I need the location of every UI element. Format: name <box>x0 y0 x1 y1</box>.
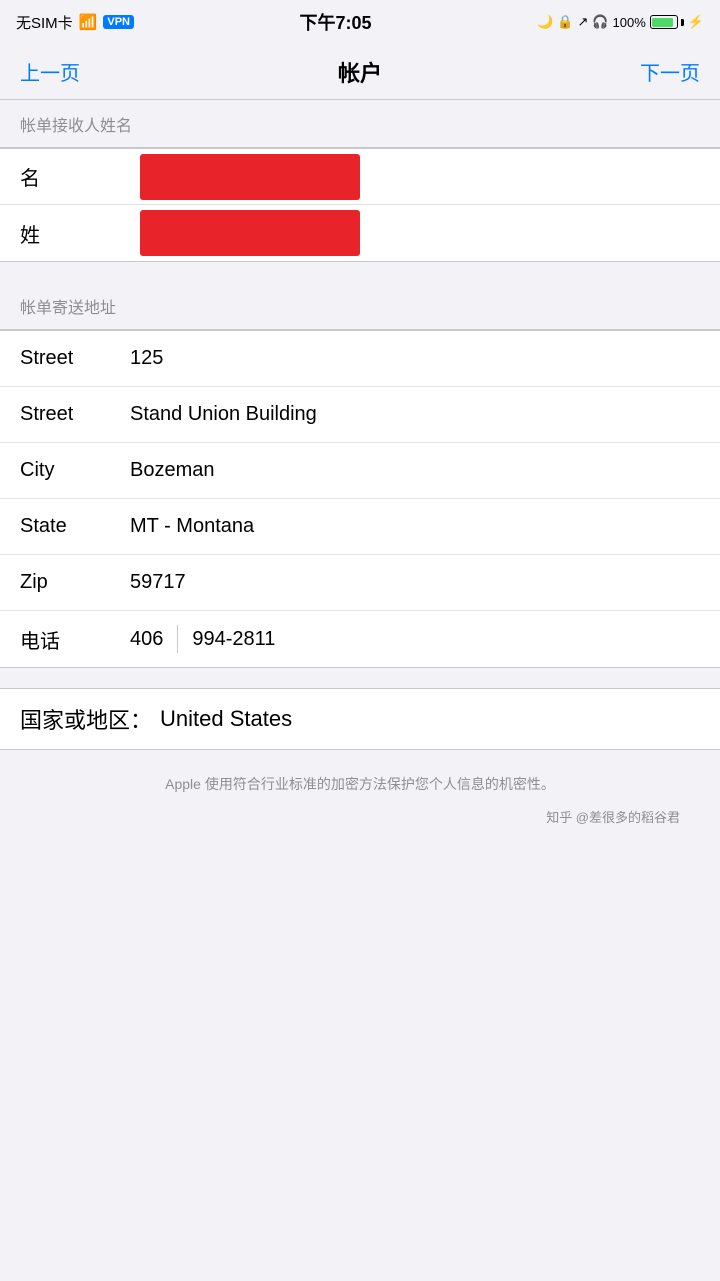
first-name-row: 名 <box>0 149 720 205</box>
status-left: 无SIM卡 📶 VPN <box>16 12 134 33</box>
zip-label: Zip <box>20 571 130 594</box>
status-time: 下午7:05 <box>300 9 372 35</box>
street1-value[interactable]: 125 <box>130 347 700 370</box>
street1-row: Street 125 <box>0 331 720 387</box>
status-right: 🌙 🔒 ↗ 🎧 100% ⚡ <box>537 14 704 30</box>
last-name-input[interactable] <box>140 210 360 256</box>
first-name-input[interactable] <box>140 154 360 200</box>
phone-divider <box>177 625 178 653</box>
billing-name-section: 名 姓 <box>0 148 720 262</box>
state-label: State <box>20 515 130 538</box>
prev-page-button[interactable]: 上一页 <box>20 57 80 86</box>
battery-icon <box>650 15 684 29</box>
city-label: City <box>20 459 130 482</box>
wifi-icon: 📶 <box>79 13 98 31</box>
footer-note: Apple 使用符合行业标准的加密方法保护您个人信息的机密性。 知乎 @差很多的… <box>0 774 720 856</box>
last-name-label: 姓 <box>20 219 130 248</box>
billing-name-header: 帐单接收人姓名 <box>0 100 720 148</box>
phone-label: 电话 <box>20 625 130 654</box>
vpn-badge: VPN <box>103 15 134 29</box>
battery-percent: 100% <box>613 15 646 30</box>
status-bar: 无SIM卡 📶 VPN 下午7:05 🌙 🔒 ↗ 🎧 100% ⚡ <box>0 0 720 44</box>
nav-bar: 上一页 帐户 下一页 <box>0 44 720 100</box>
page-title: 帐户 <box>338 56 382 88</box>
phone-area-code[interactable]: 406 <box>130 628 163 651</box>
country-value: United States <box>160 706 292 732</box>
next-page-button[interactable]: 下一页 <box>640 57 700 86</box>
section-gap-1 <box>0 262 720 282</box>
street1-label: Street <box>20 347 130 370</box>
street2-label: Street <box>20 403 130 426</box>
footer-attribution: 知乎 @差很多的稻谷君 <box>30 807 690 826</box>
phone-number[interactable]: 994-2811 <box>192 628 275 651</box>
country-section: 国家或地区： United States <box>0 688 720 750</box>
lock-icon: 🔒 <box>557 14 573 30</box>
country-label: 国家或地区： <box>20 703 152 735</box>
location-icon: ↗ <box>577 14 588 30</box>
state-value[interactable]: MT - Montana <box>130 515 700 538</box>
billing-address-title: 帐单寄送地址 <box>20 294 116 318</box>
first-name-label: 名 <box>20 162 130 191</box>
street2-value[interactable]: Stand Union Building <box>130 403 700 426</box>
charging-icon: ⚡ <box>688 14 704 30</box>
phone-value-group: 406 994-2811 <box>130 625 275 653</box>
state-row: State MT - Montana <box>0 499 720 555</box>
last-name-row: 姓 <box>0 205 720 261</box>
zip-value[interactable]: 59717 <box>130 571 700 594</box>
billing-address-section: Street 125 Street Stand Union Building C… <box>0 330 720 668</box>
headphone-icon: 🎧 <box>592 14 608 30</box>
city-value[interactable]: Bozeman <box>130 459 700 482</box>
carrier-text: 无SIM卡 <box>16 12 73 33</box>
country-row[interactable]: 国家或地区： United States <box>0 689 720 749</box>
zip-row: Zip 59717 <box>0 555 720 611</box>
phone-row: 电话 406 994-2811 <box>0 611 720 667</box>
billing-address-header: 帐单寄送地址 <box>0 282 720 330</box>
billing-name-title: 帐单接收人姓名 <box>20 112 132 136</box>
footer-text: Apple 使用符合行业标准的加密方法保护您个人信息的机密性。 <box>30 774 690 795</box>
moon-icon: 🌙 <box>537 14 553 30</box>
street2-row: Street Stand Union Building <box>0 387 720 443</box>
city-row: City Bozeman <box>0 443 720 499</box>
